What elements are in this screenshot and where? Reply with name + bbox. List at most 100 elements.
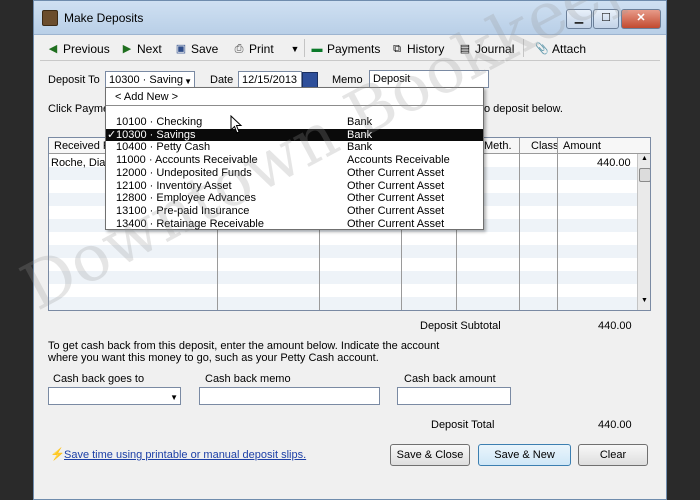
column-amount: Amount bbox=[563, 140, 601, 152]
scroll-thumb[interactable] bbox=[639, 168, 650, 182]
deposit-total-value: 440.00 bbox=[598, 419, 632, 431]
account-option[interactable]: 12100 · Inventory Asset Other Current As… bbox=[106, 180, 483, 193]
column-class: Class bbox=[531, 140, 559, 152]
cash-back-goes-to-select[interactable]: ▼ bbox=[48, 387, 181, 405]
account-option[interactable]: 13400 · Retainage Receivable Other Curre… bbox=[106, 218, 483, 231]
floppy-disk-icon: ▣ bbox=[175, 43, 187, 55]
close-button[interactable]: ✕ bbox=[621, 9, 661, 29]
toolbar: ◀ Previous ▶ Next ▣ Save ⎙ Print ▼ ▬ Pay… bbox=[40, 35, 660, 61]
history-label: History bbox=[407, 42, 445, 56]
account-name: 10100 · Checking bbox=[116, 116, 203, 128]
make-deposits-window: Make Deposits ▁ ☐ ✕ ◀ Previous ▶ Next ▣ … bbox=[33, 0, 667, 500]
save-label: Save bbox=[191, 42, 219, 56]
account-name: 12800 · Employee Advances bbox=[116, 192, 257, 205]
payments-label: Payments bbox=[327, 42, 381, 56]
deposit-subtotal-label: Deposit Subtotal bbox=[420, 320, 501, 332]
print-dropdown-button[interactable]: ▼ bbox=[288, 39, 302, 59]
check-mark-icon: ✓ bbox=[107, 128, 117, 141]
account-type: Bank bbox=[347, 141, 373, 154]
account-option[interactable]: 11000 · Accounts Receivable Accounts Rec… bbox=[106, 154, 483, 167]
journal-label: Journal bbox=[475, 42, 515, 56]
received-from-cell: Roche, Dian bbox=[51, 157, 112, 169]
chevron-up-icon[interactable]: ▲ bbox=[641, 155, 648, 162]
account-name: 10400 · Petty Cash bbox=[116, 141, 211, 154]
paperclip-icon: 📎 bbox=[535, 43, 549, 55]
table-row bbox=[49, 271, 639, 284]
memo-value: Deposit bbox=[373, 73, 411, 85]
payments-icon: ▬ bbox=[311, 43, 323, 55]
lightning-icon: ⚡ bbox=[50, 447, 65, 461]
clear-button[interactable]: Clear bbox=[578, 444, 648, 466]
deposit-to-value: 10300 · Saving bbox=[109, 74, 183, 86]
mouse-cursor-icon bbox=[230, 115, 243, 134]
chevron-down-icon[interactable]: ▼ bbox=[641, 297, 648, 304]
deposit-total-label: Deposit Total bbox=[431, 419, 495, 431]
save-new-button[interactable]: Save & New bbox=[478, 444, 571, 466]
payments-button[interactable]: ▬ Payments bbox=[310, 39, 381, 59]
date-label: Date bbox=[210, 74, 234, 86]
account-type: Other Current Asset bbox=[347, 179, 445, 192]
account-name: 13400 · Retainage Receivable bbox=[116, 217, 264, 230]
account-name: 13100 · Pre-paid Insurance bbox=[116, 204, 250, 217]
history-button[interactable]: ⧉ History bbox=[390, 39, 444, 59]
print-button[interactable]: ⎙ Print bbox=[232, 39, 274, 59]
memo-label: Memo bbox=[332, 74, 363, 86]
cash-back-instruction-2: where you want this money to go, such as… bbox=[48, 352, 379, 364]
account-name: 12000 · Undeposited Funds bbox=[116, 166, 252, 179]
account-option[interactable]: 10400 · Petty Cash Bank bbox=[106, 141, 483, 154]
history-icon: ⧉ bbox=[393, 43, 401, 55]
cash-back-amount-label: Cash back amount bbox=[404, 373, 496, 385]
right-arrow-icon: ▶ bbox=[122, 43, 132, 55]
column-pmt-meth: Meth. bbox=[484, 140, 512, 152]
account-option[interactable]: 13100 · Pre-paid Insurance Other Current… bbox=[106, 205, 483, 218]
deposit-subtotal-value: 440.00 bbox=[598, 320, 632, 332]
amount-cell: 440.00 bbox=[597, 157, 631, 169]
account-type: Other Current Asset bbox=[347, 192, 445, 205]
previous-button[interactable]: ◀ Previous bbox=[46, 39, 110, 59]
account-type: Bank bbox=[347, 128, 373, 141]
cash-back-memo-label: Cash back memo bbox=[205, 373, 291, 385]
next-label: Next bbox=[137, 42, 162, 56]
account-name: 11000 · Accounts Receivable bbox=[116, 154, 258, 167]
account-type: Other Current Asset bbox=[347, 217, 445, 230]
title-bar: Make Deposits ▁ ☐ ✕ bbox=[34, 1, 666, 35]
next-button[interactable]: ▶ Next bbox=[120, 39, 162, 59]
chevron-down-icon: ▼ bbox=[290, 44, 300, 54]
minimize-button[interactable]: ▁ bbox=[566, 9, 592, 29]
cash-back-instruction-1: To get cash back from this deposit, ente… bbox=[48, 340, 440, 352]
table-row bbox=[49, 245, 639, 258]
account-type: Bank bbox=[347, 116, 373, 128]
journal-button[interactable]: ▤ Journal bbox=[458, 39, 515, 59]
toolbar-separator bbox=[523, 39, 524, 57]
column-divider bbox=[519, 138, 520, 310]
column-divider bbox=[557, 138, 558, 310]
cash-back-amount-field[interactable] bbox=[397, 387, 511, 405]
account-option[interactable]: 10100 · Checking Bank bbox=[106, 116, 483, 129]
add-new-option[interactable]: < Add New > bbox=[106, 88, 483, 106]
save-button[interactable]: ▣ Save bbox=[174, 39, 219, 59]
memo-field[interactable]: Deposit bbox=[369, 70, 489, 88]
previous-label: Previous bbox=[63, 42, 110, 56]
account-name: 12100 · Inventory Asset bbox=[116, 179, 232, 192]
deposit-slips-link[interactable]: Save time using printable or manual depo… bbox=[64, 449, 306, 461]
journal-icon: ▤ bbox=[459, 43, 471, 55]
toolbar-separator bbox=[304, 39, 305, 57]
account-option[interactable]: 12800 · Employee Advances Other Current … bbox=[106, 192, 483, 205]
maximize-button[interactable]: ☐ bbox=[593, 9, 619, 29]
deposit-to-dropdown-list[interactable]: < Add New > 10100 · Checking Bank ✓ 1030… bbox=[105, 87, 484, 230]
account-type: Other Current Asset bbox=[347, 204, 445, 217]
date-value: 12/15/2013 bbox=[242, 74, 298, 86]
attach-button[interactable]: 📎 Attach bbox=[535, 39, 586, 59]
table-row bbox=[49, 297, 639, 310]
grid-scrollbar[interactable]: ▲ ▼ bbox=[637, 154, 650, 310]
chevron-down-icon: ▼ bbox=[170, 393, 178, 402]
calendar-icon[interactable] bbox=[302, 72, 318, 88]
account-option-selected[interactable]: ✓ 10300 · Savings Bank bbox=[106, 128, 483, 142]
save-close-button[interactable]: Save & Close bbox=[390, 444, 470, 466]
print-label: Print bbox=[249, 42, 274, 56]
cash-back-memo-field[interactable] bbox=[199, 387, 380, 405]
deposit-to-label: Deposit To bbox=[48, 74, 100, 86]
account-type: Accounts Receivable bbox=[347, 154, 450, 167]
column-received-from: Received F bbox=[54, 140, 110, 152]
account-option[interactable]: 12000 · Undeposited Funds Other Current … bbox=[106, 167, 483, 180]
